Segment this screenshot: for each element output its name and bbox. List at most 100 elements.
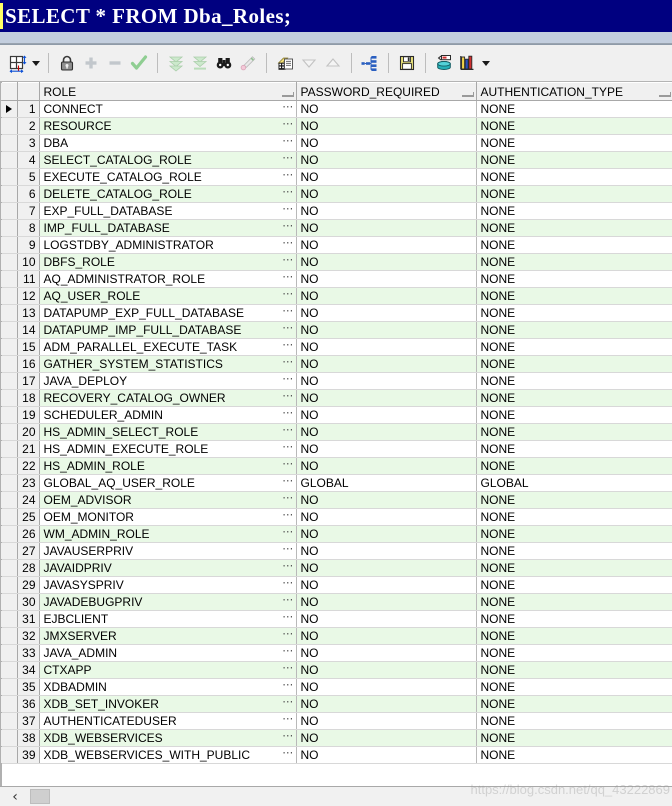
row-number-cell[interactable]: 15: [17, 338, 40, 356]
cell-password-required[interactable]: NO: [296, 270, 477, 288]
cell-password-required[interactable]: NO: [296, 440, 477, 458]
cell-editor-ellipsis-button[interactable]: ⋯: [282, 561, 294, 574]
cell-password-required[interactable]: NO: [296, 168, 477, 186]
row-number-cell[interactable]: 6: [17, 185, 40, 203]
copy-documents-icon[interactable]: [273, 51, 297, 75]
row-number-cell[interactable]: 31: [17, 610, 40, 628]
row-indicator-cell[interactable]: [1, 559, 18, 577]
cell-editor-ellipsis-button[interactable]: ⋯: [282, 204, 294, 217]
row-number-cell[interactable]: 29: [17, 576, 40, 594]
cell-authentication-type[interactable]: NONE: [476, 134, 672, 152]
row-indicator-cell[interactable]: [1, 151, 18, 169]
table-row[interactable]: 5 EXECUTE_CATALOG_ROLE ⋯ NO NONE: [1, 168, 672, 186]
cell-password-required[interactable]: NO: [296, 202, 477, 220]
column-resize-handle-password-required[interactable]: [461, 92, 474, 97]
cell-password-required[interactable]: NO: [296, 253, 477, 271]
table-row[interactable]: 22 HS_ADMIN_ROLE ⋯ NO NONE: [1, 457, 672, 475]
row-number-cell[interactable]: 19: [17, 406, 40, 424]
cell-editor-ellipsis-button[interactable]: ⋯: [282, 527, 294, 540]
table-row[interactable]: 2 RESOURCE ⋯ NO NONE: [1, 117, 672, 135]
cell-editor-ellipsis-button[interactable]: ⋯: [282, 102, 294, 115]
table-row[interactable]: 29 JAVASYSPRIV ⋯ NO NONE: [1, 576, 672, 594]
row-number-cell[interactable]: 30: [17, 593, 40, 611]
cell-authentication-type[interactable]: NONE: [476, 100, 672, 118]
horizontal-scrollbar[interactable]: ‹ https://blog.csdn.net/qq_43222869: [0, 782, 672, 806]
row-indicator-cell[interactable]: [1, 338, 18, 356]
cell-role[interactable]: WM_ADMIN_ROLE ⋯: [39, 525, 297, 543]
cell-password-required[interactable]: NO: [296, 355, 477, 373]
table-row[interactable]: 31 EJBCLIENT ⋯ NO NONE: [1, 610, 672, 628]
scroll-left-arrow-icon[interactable]: ‹: [0, 788, 30, 806]
cell-authentication-type[interactable]: NONE: [476, 746, 672, 764]
table-row[interactable]: 1 CONNECT ⋯ NO NONE: [1, 100, 672, 118]
cell-role[interactable]: RECOVERY_CATALOG_OWNER ⋯: [39, 389, 297, 407]
cell-password-required[interactable]: NO: [296, 321, 477, 339]
cell-password-required[interactable]: NO: [296, 100, 477, 118]
cell-authentication-type[interactable]: NONE: [476, 406, 672, 424]
cell-password-required[interactable]: NO: [296, 729, 477, 747]
cell-role[interactable]: JAVADEBUGPRIV ⋯: [39, 593, 297, 611]
cell-editor-ellipsis-button[interactable]: ⋯: [282, 374, 294, 387]
cell-editor-ellipsis-button[interactable]: ⋯: [282, 187, 294, 200]
cell-password-required[interactable]: NO: [296, 134, 477, 152]
table-row[interactable]: 18 RECOVERY_CATALOG_OWNER ⋯ NO NONE: [1, 389, 672, 407]
cell-role[interactable]: EXECUTE_CATALOG_ROLE ⋯: [39, 168, 297, 186]
cell-role[interactable]: DATAPUMP_EXP_FULL_DATABASE ⋯: [39, 304, 297, 322]
cell-editor-ellipsis-button[interactable]: ⋯: [282, 595, 294, 608]
cell-authentication-type[interactable]: NONE: [476, 729, 672, 747]
cell-authentication-type[interactable]: NONE: [476, 151, 672, 169]
cell-password-required[interactable]: NO: [296, 117, 477, 135]
cell-authentication-type[interactable]: NONE: [476, 236, 672, 254]
cell-editor-ellipsis-button[interactable]: ⋯: [282, 119, 294, 132]
table-row[interactable]: 39 XDB_WEBSERVICES_WITH_PUBLIC ⋯ NO NONE: [1, 746, 672, 764]
cell-password-required[interactable]: NO: [296, 372, 477, 390]
row-indicator-cell[interactable]: [1, 491, 18, 509]
cell-authentication-type[interactable]: NONE: [476, 389, 672, 407]
cell-editor-ellipsis-button[interactable]: ⋯: [282, 612, 294, 625]
cell-authentication-type[interactable]: NONE: [476, 185, 672, 203]
row-indicator-cell[interactable]: [1, 440, 18, 458]
cell-editor-ellipsis-button[interactable]: ⋯: [282, 731, 294, 744]
cell-editor-ellipsis-button[interactable]: ⋯: [282, 153, 294, 166]
cell-authentication-type[interactable]: NONE: [476, 202, 672, 220]
cell-authentication-type[interactable]: NONE: [476, 168, 672, 186]
cell-role[interactable]: OEM_MONITOR ⋯: [39, 508, 297, 526]
cell-authentication-type[interactable]: NONE: [476, 321, 672, 339]
row-indicator-cell[interactable]: [1, 355, 18, 373]
cell-password-required[interactable]: NO: [296, 610, 477, 628]
row-indicator-cell[interactable]: [1, 168, 18, 186]
table-row[interactable]: 3 DBA ⋯ NO NONE: [1, 134, 672, 152]
row-number-cell[interactable]: 25: [17, 508, 40, 526]
cell-authentication-type[interactable]: NONE: [476, 457, 672, 475]
row-indicator-cell[interactable]: [1, 304, 18, 322]
cell-authentication-type[interactable]: NONE: [476, 593, 672, 611]
cell-password-required[interactable]: GLOBAL: [296, 474, 477, 492]
row-indicator-cell[interactable]: [1, 457, 18, 475]
row-indicator-cell[interactable]: [1, 287, 18, 305]
row-number-cell[interactable]: 17: [17, 372, 40, 390]
row-number-cell[interactable]: 36: [17, 695, 40, 713]
cell-role[interactable]: HS_ADMIN_SELECT_ROLE ⋯: [39, 423, 297, 441]
cell-role[interactable]: AUTHENTICATEDUSER ⋯: [39, 712, 297, 730]
cell-role[interactable]: JAVA_DEPLOY ⋯: [39, 372, 297, 390]
row-number-cell[interactable]: 20: [17, 423, 40, 441]
table-row[interactable]: 15 ADM_PARALLEL_EXECUTE_TASK ⋯ NO NONE: [1, 338, 672, 356]
cell-password-required[interactable]: NO: [296, 423, 477, 441]
row-number-cell[interactable]: 32: [17, 627, 40, 645]
scrollbar-thumb[interactable]: [30, 789, 50, 804]
row-indicator-cell[interactable]: [1, 627, 18, 645]
row-number-cell[interactable]: 10: [17, 253, 40, 271]
cell-password-required[interactable]: NO: [296, 593, 477, 611]
row-indicator-cell[interactable]: [1, 678, 18, 696]
cell-role[interactable]: RESOURCE ⋯: [39, 117, 297, 135]
cell-authentication-type[interactable]: NONE: [476, 117, 672, 135]
cell-role[interactable]: JAVA_ADMIN ⋯: [39, 644, 297, 662]
table-row[interactable]: 24 OEM_ADVISOR ⋯ NO NONE: [1, 491, 672, 509]
cell-authentication-type[interactable]: NONE: [476, 219, 672, 237]
cell-editor-ellipsis-button[interactable]: ⋯: [282, 544, 294, 557]
cell-editor-ellipsis-button[interactable]: ⋯: [282, 646, 294, 659]
cell-password-required[interactable]: NO: [296, 236, 477, 254]
table-row[interactable]: 6 DELETE_CATALOG_ROLE ⋯ NO NONE: [1, 185, 672, 203]
cell-authentication-type[interactable]: NONE: [476, 542, 672, 560]
cell-authentication-type[interactable]: NONE: [476, 712, 672, 730]
